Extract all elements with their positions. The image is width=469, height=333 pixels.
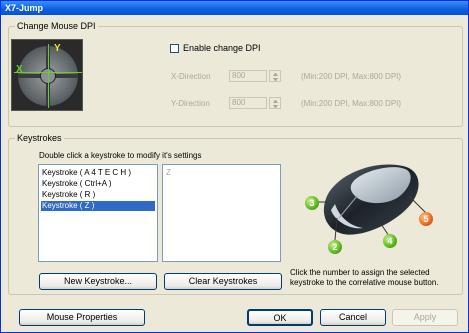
cancel-button[interactable]: Cancel	[320, 309, 386, 326]
mouse-button-2[interactable]: 2	[328, 240, 342, 254]
x-direction-input[interactable]: 800	[229, 70, 267, 82]
axis-x-label: X	[16, 64, 23, 75]
y-direction-label: Y-Direction	[171, 99, 210, 108]
keystroke-list-item[interactable]: Keystroke ( Ctrl+A )	[41, 179, 155, 189]
title-bar[interactable]: X7-Jump	[1, 1, 468, 15]
chevron-up-icon	[273, 100, 278, 103]
keystrokes-group-title: Keystrokes	[15, 133, 64, 143]
mouse-button-5-number: 5	[423, 214, 429, 224]
y-direction-range: (Min:200 DPI, Max:800 DPI)	[301, 99, 402, 108]
keystroke-list[interactable]: Keystroke ( A 4 T E C H ) Keystroke ( Ct…	[38, 164, 158, 262]
x-direction-spinner[interactable]	[269, 70, 281, 82]
clear-keystrokes-button[interactable]: Clear Keystrokes	[164, 273, 282, 290]
x-direction-range: (Min:200 DPI, Max:800 DPI)	[301, 72, 402, 81]
keystroke-detail-box[interactable]: Z	[162, 164, 281, 262]
mouse-button-4-number: 4	[387, 236, 393, 246]
mouse-diagram: 3 2 4 5	[299, 152, 449, 262]
apply-button[interactable]: Apply	[392, 309, 458, 326]
x-direction-label: X-Direction	[171, 72, 211, 81]
mouse-image-icon	[315, 164, 428, 241]
keystroke-list-item[interactable]: Keystroke ( A 4 T E C H )	[41, 168, 155, 178]
enable-dpi-checkbox[interactable]	[170, 44, 179, 53]
keystroke-list-item-selected[interactable]: Keystroke ( Z )	[41, 201, 155, 211]
enable-dpi-label[interactable]: Enable change DPI	[183, 43, 261, 53]
keystroke-detail-value: Z	[166, 168, 171, 177]
mouse-button-3[interactable]: 3	[305, 196, 319, 210]
window-title: X7-Jump	[5, 3, 44, 13]
assign-note: Click the number to assign the selected …	[290, 268, 439, 287]
mouse-button-2-number: 2	[332, 242, 338, 252]
new-keystroke-button[interactable]: New Keystroke...	[39, 273, 157, 290]
chevron-down-icon	[273, 105, 278, 108]
axis-y-label: Y	[54, 43, 61, 54]
dpi-group-title: Change Mouse DPI	[15, 21, 98, 31]
chevron-down-icon	[273, 78, 278, 81]
dpi-direction-pad-icon: X Y	[11, 39, 83, 111]
mouse-button-4[interactable]: 4	[383, 234, 397, 248]
mouse-button-3-number: 3	[309, 198, 315, 208]
mouse-button-5[interactable]: 5	[419, 212, 433, 226]
keystroke-list-item[interactable]: Keystroke ( R )	[41, 190, 155, 200]
mouse-properties-button[interactable]: Mouse Properties	[19, 309, 145, 326]
dialog-window: X7-Jump Change Mouse DPI X Y Enable chan…	[0, 0, 469, 333]
y-direction-spinner[interactable]	[269, 97, 281, 109]
y-direction-input[interactable]: 800	[229, 97, 267, 109]
keystrokes-instructions: Double click a keystroke to modify it's …	[39, 151, 202, 160]
chevron-up-icon	[273, 73, 278, 76]
ok-button[interactable]: OK	[247, 309, 313, 326]
